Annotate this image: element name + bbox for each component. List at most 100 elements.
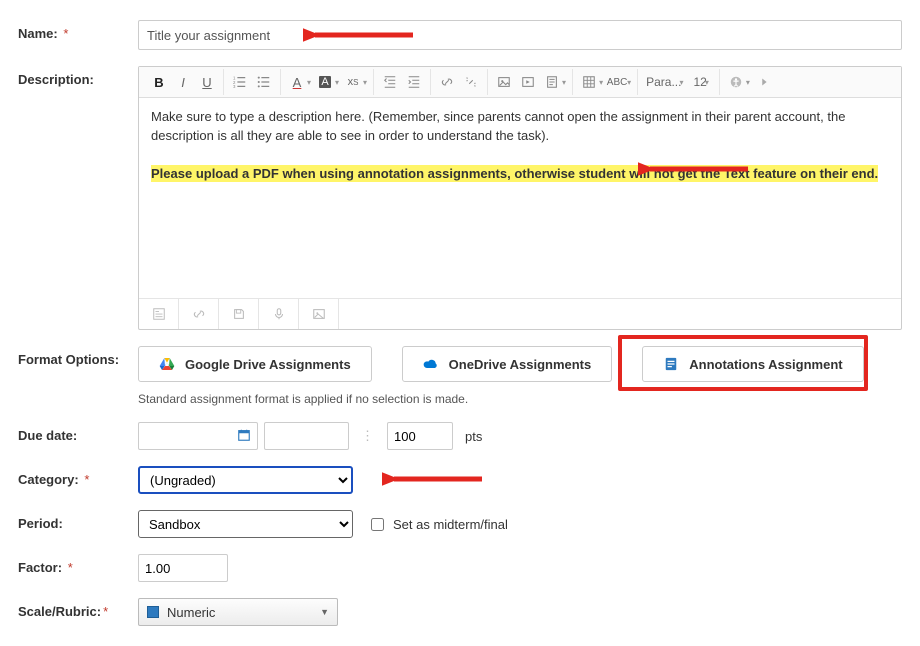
due-date-input[interactable] [138, 422, 258, 450]
field-period: Sandbox Set as midterm/final [138, 510, 902, 538]
accessibility-button[interactable] [724, 69, 748, 95]
text-color-caret[interactable]: ▾ [307, 78, 311, 87]
rte-tab-media[interactable] [299, 299, 339, 329]
field-format-options: Google Drive Assignments OneDrive Assign… [138, 346, 902, 406]
italic-button[interactable]: I [171, 69, 195, 95]
svg-text:3: 3 [233, 84, 236, 89]
rte-toolbar: B I U 123 A▾ A▾ xS▾ [139, 67, 901, 98]
due-time-input[interactable] [264, 422, 349, 450]
label-description: Description: [18, 66, 138, 87]
label-period: Period: [18, 510, 138, 531]
field-name [138, 20, 902, 50]
name-input[interactable] [138, 20, 902, 50]
label-category-text: Category: [18, 472, 79, 487]
spellcheck-button[interactable]: ABC [605, 69, 629, 95]
expand-button[interactable] [752, 69, 776, 95]
bg-color-caret[interactable]: ▾ [335, 78, 339, 87]
link-button[interactable] [435, 69, 459, 95]
calendar-icon [237, 428, 251, 445]
label-category: Category: * [18, 466, 138, 487]
rte-tab-link[interactable] [179, 299, 219, 329]
rich-text-editor: B I U 123 A▾ A▾ xS▾ [138, 66, 902, 330]
label-factor-text: Factor: [18, 560, 62, 575]
bold-button[interactable]: B [147, 69, 171, 95]
google-drive-icon [159, 356, 175, 372]
scale-select[interactable]: Numeric ▼ [138, 598, 338, 626]
rte-tab-save[interactable] [219, 299, 259, 329]
format-note: Standard assignment format is applied if… [138, 392, 902, 406]
chevron-down-icon: ▼ [320, 607, 329, 617]
indent-button[interactable] [402, 69, 426, 95]
bg-color-button[interactable]: A [313, 69, 337, 95]
font-size-button[interactable]: 12 ▾ [689, 69, 714, 95]
row-name: Name: * [18, 20, 902, 50]
field-factor [138, 554, 902, 582]
onedrive-icon [423, 356, 439, 372]
description-text: Make sure to type a description here. (R… [151, 108, 889, 146]
label-name-text: Name: [18, 26, 58, 41]
annotations-assignment-button[interactable]: Annotations Assignment [642, 346, 863, 382]
rte-tab-mic[interactable] [259, 299, 299, 329]
unlink-button[interactable] [459, 69, 483, 95]
row-period: Period: Sandbox Set as midterm/final [18, 510, 902, 538]
text-color-button[interactable]: A [285, 69, 309, 95]
annotations-icon [663, 356, 679, 372]
onedrive-label: OneDrive Assignments [449, 357, 592, 372]
rte-tab-1[interactable] [139, 299, 179, 329]
subscript-caret[interactable]: ▾ [363, 78, 367, 87]
table-caret[interactable]: ▾ [599, 78, 603, 87]
resource-caret[interactable]: ▾ [562, 78, 566, 87]
label-period-text: Period: [18, 516, 63, 531]
annotations-label: Annotations Assignment [689, 357, 842, 372]
label-due-date-text: Due date: [18, 428, 77, 443]
row-due-date: Due date: ⋮ pts [18, 422, 902, 450]
label-name: Name: * [18, 20, 138, 41]
unordered-list-button[interactable] [252, 69, 276, 95]
points-input[interactable] [387, 422, 453, 450]
label-due-date: Due date: [18, 422, 138, 443]
factor-input[interactable] [138, 554, 228, 582]
google-drive-label: Google Drive Assignments [185, 357, 351, 372]
subscript-button[interactable]: xS [341, 69, 365, 95]
row-category: Category: * (Ungraded) [18, 466, 902, 494]
resource-button[interactable] [540, 69, 564, 95]
accessibility-caret[interactable]: ▾ [746, 78, 750, 87]
outdent-button[interactable] [378, 69, 402, 95]
period-select[interactable]: Sandbox [138, 510, 353, 538]
field-description: B I U 123 A▾ A▾ xS▾ [138, 66, 902, 330]
underline-button[interactable]: U [195, 69, 219, 95]
paragraph-style-button[interactable]: Para... ▾ [642, 69, 689, 95]
label-format-text: Format Options: [18, 352, 119, 367]
row-format-options: Format Options: Google Drive Assignments… [18, 346, 902, 406]
row-description: Description: B I U 123 A▾ A▾ xS▾ [18, 66, 902, 330]
midterm-final-row[interactable]: Set as midterm/final [367, 515, 508, 534]
required-mark-factor: * [68, 560, 73, 575]
label-format-options: Format Options: [18, 346, 138, 367]
points-label: pts [465, 429, 482, 444]
category-select[interactable]: (Ungraded) [138, 466, 353, 494]
separator-dots: ⋮ [355, 428, 381, 444]
label-scale: Scale/Rubric:* [18, 598, 138, 619]
image-button[interactable] [492, 69, 516, 95]
rte-bottom-tabs [139, 298, 901, 329]
required-mark-category: * [84, 472, 89, 487]
row-factor: Factor: * [18, 554, 902, 582]
rte-body[interactable]: Make sure to type a description here. (R… [139, 98, 901, 298]
description-highlight: Please upload a PDF when using annotatio… [151, 165, 878, 182]
spellcheck-caret[interactable]: ▾ [627, 78, 631, 87]
label-description-text: Description: [18, 72, 94, 87]
scale-value: Numeric [167, 605, 215, 620]
field-scale: Numeric ▼ [138, 598, 902, 626]
midterm-final-label: Set as midterm/final [393, 517, 508, 532]
required-mark: * [63, 26, 68, 41]
midterm-final-checkbox[interactable] [371, 518, 384, 531]
onedrive-assignments-button[interactable]: OneDrive Assignments [402, 346, 613, 382]
row-scale: Scale/Rubric:* Numeric ▼ [18, 598, 902, 626]
label-factor: Factor: * [18, 554, 138, 575]
google-drive-assignments-button[interactable]: Google Drive Assignments [138, 346, 372, 382]
ordered-list-button[interactable]: 123 [228, 69, 252, 95]
table-button[interactable] [577, 69, 601, 95]
embed-button[interactable] [516, 69, 540, 95]
scale-color-icon [147, 606, 159, 618]
field-category: (Ungraded) [138, 466, 902, 494]
